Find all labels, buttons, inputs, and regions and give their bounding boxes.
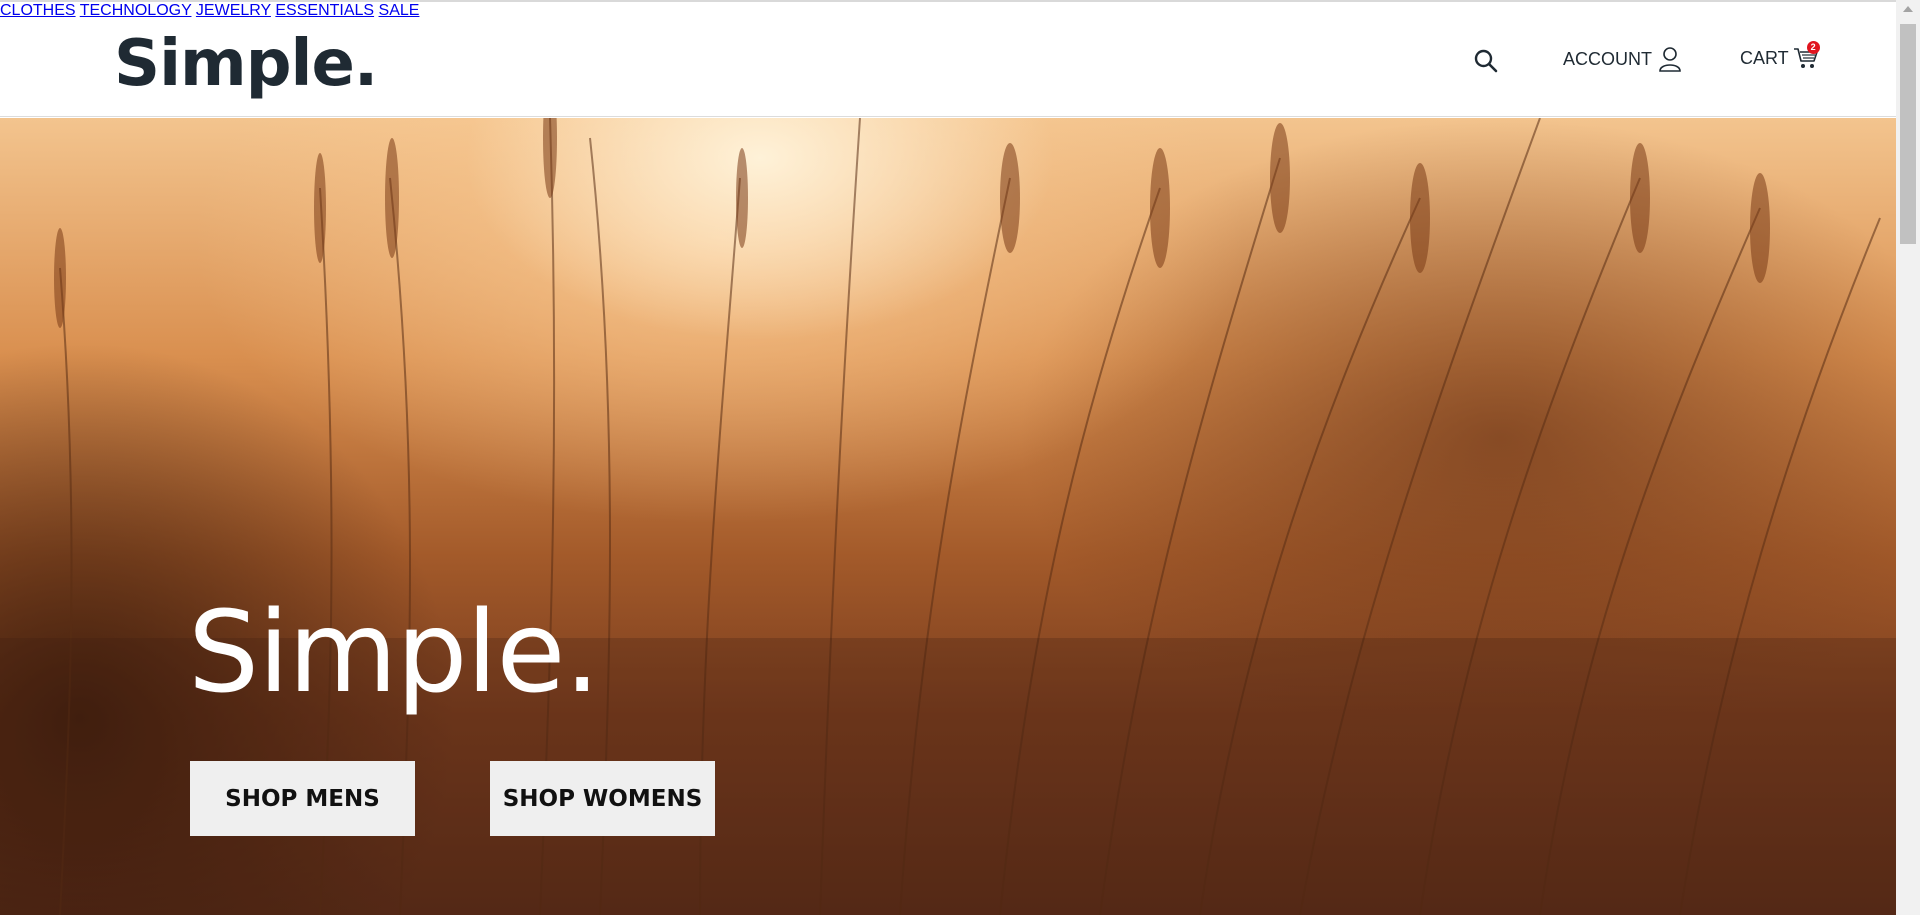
main-nav: CLOTHES TECHNOLOGY JEWELRY ESSENTIALS SA…	[0, 2, 1896, 20]
shop-womens-button[interactable]: SHOP WOMENS	[490, 761, 715, 836]
scroll-thumb[interactable]	[1900, 24, 1916, 244]
cart-count-badge: 2	[1806, 41, 1820, 54]
search-icon	[1474, 49, 1498, 73]
page: Simple. CLOTHES TECHNOLOGY JEWELRY ESSEN…	[0, 0, 1920, 915]
nav-essentials[interactable]: ESSENTIALS	[275, 2, 374, 19]
site-logo[interactable]: Simple.	[114, 24, 378, 104]
hero-title: Simple.	[188, 588, 600, 718]
cart-link[interactable]: CART 2	[1740, 41, 1820, 70]
account-link[interactable]: ACCOUNT	[1563, 46, 1682, 72]
scroll-up-arrow-icon[interactable]	[1903, 6, 1913, 12]
cart-icon-wrap: 2	[1793, 41, 1820, 70]
nav-jewelry[interactable]: JEWELRY	[196, 2, 271, 19]
shop-mens-button[interactable]: SHOP MENS	[190, 761, 415, 836]
cart-label: CART	[1740, 47, 1789, 68]
account-label: ACCOUNT	[1563, 48, 1652, 69]
nav-technology[interactable]: TECHNOLOGY	[80, 2, 192, 19]
nav-sale[interactable]: SALE	[379, 2, 420, 19]
hero-banner: Simple. SHOP MENS SHOP WOMENS	[0, 118, 1896, 915]
scrollbar[interactable]	[1896, 0, 1920, 915]
search-button[interactable]	[1473, 48, 1499, 74]
nav-clothes[interactable]: CLOTHES	[0, 2, 76, 19]
user-icon	[1659, 47, 1681, 72]
site-header: Simple. CLOTHES TECHNOLOGY JEWELRY ESSEN…	[0, 2, 1896, 117]
